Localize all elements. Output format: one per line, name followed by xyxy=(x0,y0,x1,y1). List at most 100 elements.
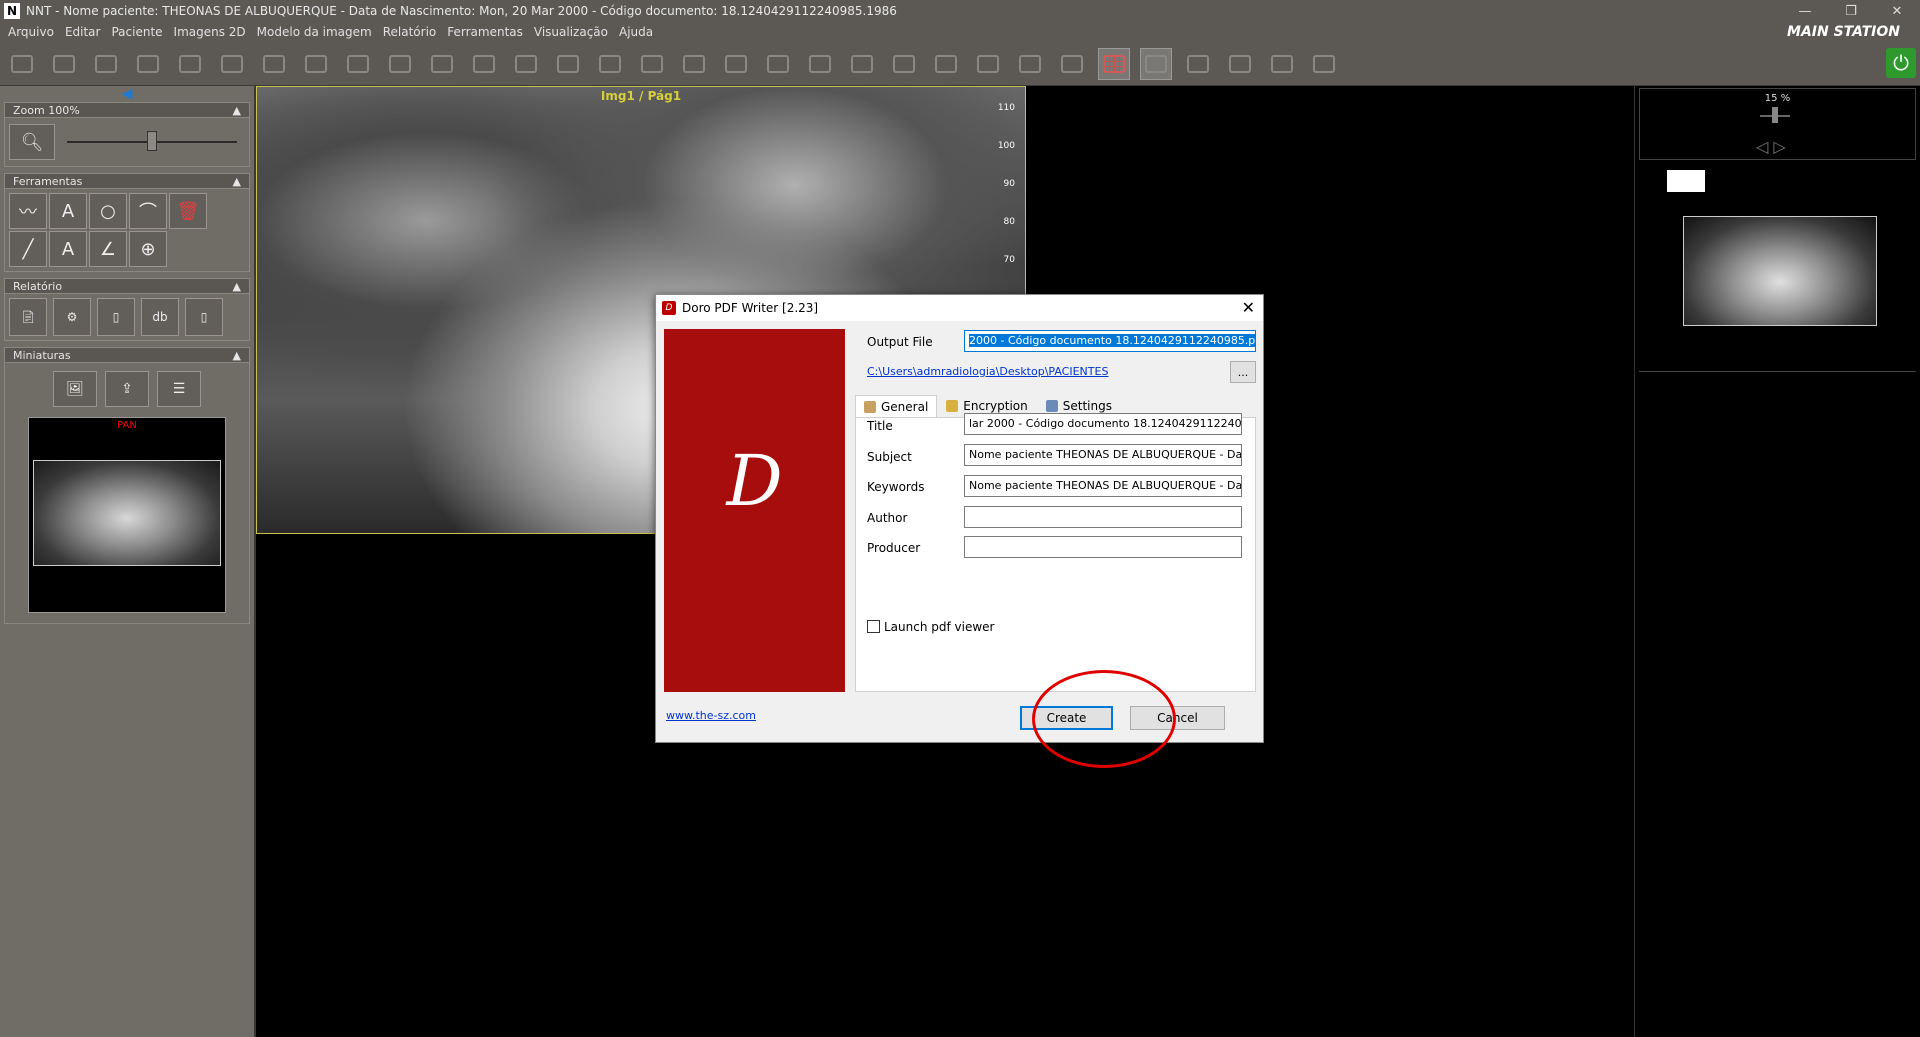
curve-tool[interactable]: ⌒ xyxy=(129,193,167,229)
report-delete-button[interactable]: ▯ xyxy=(185,298,223,336)
grid-button[interactable] xyxy=(1098,47,1130,80)
text-tool[interactable]: A xyxy=(49,231,87,267)
contrast-button[interactable] xyxy=(762,48,794,80)
contrast-icon xyxy=(767,54,789,73)
ruler-button[interactable] xyxy=(930,48,962,80)
close-window-button[interactable]: ✕ xyxy=(1874,0,1920,22)
zoom-panel-header[interactable]: Zoom 100% ▲ xyxy=(4,102,250,118)
sharpen-button[interactable] xyxy=(804,48,836,80)
folder-delete-button[interactable] xyxy=(174,48,206,80)
report-view-button[interactable]: ▯ xyxy=(97,298,135,336)
tooth-button[interactable] xyxy=(1140,47,1172,80)
menu-ajuda[interactable]: Ajuda xyxy=(619,25,653,39)
thumbnail-pan[interactable]: PAN xyxy=(28,417,226,613)
arrow-left-button[interactable] xyxy=(1182,48,1214,80)
power-button[interactable]: ⏻ xyxy=(1886,48,1916,78)
report-template-button[interactable]: ⚙ xyxy=(53,298,91,336)
browse-button[interactable]: ... xyxy=(1230,361,1256,383)
dentist-chair-button[interactable] xyxy=(216,48,248,80)
menu-arquivo[interactable]: Arquivo xyxy=(8,25,54,39)
cone-button[interactable] xyxy=(636,48,668,80)
output-file-input[interactable]: 2000 - Código documento 18.1240429112240… xyxy=(964,330,1256,352)
prev-page-icon[interactable]: ◁ xyxy=(1756,137,1768,156)
keywords-input[interactable]: Nome paciente THEONAS DE ALBUQUERQUE - D… xyxy=(964,475,1242,497)
tools-panel-header[interactable]: Ferramentas ▲ xyxy=(4,173,250,189)
author-input[interactable] xyxy=(964,506,1242,528)
tools-panel-title: Ferramentas xyxy=(13,174,83,188)
line-tool[interactable]: ╱ xyxy=(9,231,47,267)
menu-ferramentas[interactable]: Ferramentas xyxy=(447,25,523,39)
right-panel: 15 % ◁ ▷ xyxy=(1634,86,1920,1037)
save-disk-button[interactable] xyxy=(48,48,80,80)
implant-add-tool[interactable]: ⊕ xyxy=(129,231,167,267)
angle-tool[interactable]: ∠ xyxy=(89,231,127,267)
thumbnails-panel-header[interactable]: Miniaturas ▲ xyxy=(4,347,250,363)
highlight-circle-annotation xyxy=(1032,670,1176,768)
report-db-button[interactable]: db xyxy=(141,298,179,336)
dialog-close-button[interactable]: ✕ xyxy=(1242,298,1255,317)
filter-button[interactable] xyxy=(888,48,920,80)
scanner-button[interactable] xyxy=(258,48,290,80)
thumbnail-layout-button[interactable]: ☰ xyxy=(157,371,201,407)
menu-paciente[interactable]: Paciente xyxy=(111,25,162,39)
collapse-up-icon[interactable]: ▲ xyxy=(233,104,241,117)
camera-button[interactable] xyxy=(132,48,164,80)
new-report-button[interactable]: 📄︎ xyxy=(9,298,47,336)
output-path-link[interactable]: C:\Users\admradiologia\Desktop\PACIENTES xyxy=(867,365,1108,378)
collapse-up-icon[interactable]: ▲ xyxy=(233,280,241,293)
image-import-button[interactable] xyxy=(510,48,542,80)
print-layout-button[interactable] xyxy=(384,48,416,80)
producer-input[interactable] xyxy=(964,536,1242,558)
eye-button[interactable] xyxy=(846,48,878,80)
image-select-button[interactable] xyxy=(426,48,458,80)
printer-button[interactable] xyxy=(342,48,374,80)
mouse-button[interactable] xyxy=(1266,48,1298,80)
curve-icon xyxy=(977,54,999,73)
collapse-up-icon[interactable]: ▲ xyxy=(233,175,241,188)
menu-imagens-2d[interactable]: Imagens 2D xyxy=(174,25,246,39)
launch-pdf-viewer-checkbox[interactable] xyxy=(867,620,880,633)
implant-button[interactable] xyxy=(1014,48,1046,80)
folder-open-button[interactable] xyxy=(468,48,500,80)
report-panel-header[interactable]: Relatório ▲ xyxy=(4,278,250,294)
tab-general[interactable]: General xyxy=(855,395,938,417)
zoom-slider-thumb[interactable] xyxy=(147,131,157,151)
delete-tool[interactable]: 🗑︎ xyxy=(169,193,207,229)
scanner-2-button[interactable] xyxy=(300,48,332,80)
page-preview[interactable] xyxy=(1639,164,1916,372)
menu-modelo-imagem[interactable]: Modelo da imagem xyxy=(257,25,372,39)
zoom-slider[interactable] xyxy=(67,131,237,151)
menu-editar[interactable]: Editar xyxy=(65,25,101,39)
page-zoom-thumb[interactable] xyxy=(1772,107,1778,123)
collapse-up-icon[interactable]: ▲ xyxy=(233,349,241,362)
next-page-icon[interactable]: ▷ xyxy=(1773,137,1785,156)
website-link[interactable]: www.the-sz.com xyxy=(666,709,756,722)
folder-delete-icon xyxy=(179,54,201,73)
restore-button[interactable]: ❐ xyxy=(1828,0,1874,22)
image-upload-button[interactable]: ⇪ xyxy=(105,371,149,407)
annotate-text-tool[interactable]: A xyxy=(49,193,87,229)
subject-input[interactable]: Nome paciente THEONAS DE ALBUQUERQUE - D… xyxy=(964,444,1242,466)
save-button[interactable] xyxy=(6,48,38,80)
page-zoom-slider[interactable] xyxy=(1760,107,1790,123)
image-edit-button[interactable]: 🖼︎ xyxy=(53,371,97,407)
copy-button[interactable] xyxy=(90,48,122,80)
collapse-left-icon[interactable]: ◀ xyxy=(0,86,254,102)
measure-mm-tool[interactable]: 〰 xyxy=(9,193,47,229)
arrow-left-icon xyxy=(1187,54,1209,73)
image-delete-button[interactable] xyxy=(552,48,584,80)
minimize-button[interactable]: — xyxy=(1782,0,1828,22)
info-button[interactable] xyxy=(1308,48,1340,80)
report-icon: ▯ xyxy=(112,310,120,324)
curve-button[interactable] xyxy=(972,48,1004,80)
menu-visualizacao[interactable]: Visualização xyxy=(534,25,608,39)
title-input[interactable]: lar 2000 - Código documento 18.124042911… xyxy=(964,413,1242,435)
pencil-button[interactable] xyxy=(1056,48,1088,80)
image-export-button[interactable] xyxy=(594,48,626,80)
brightness-button[interactable] xyxy=(720,48,752,80)
menu-relatorio[interactable]: Relatório xyxy=(383,25,437,39)
circle-tool[interactable]: ○ xyxy=(89,193,127,229)
arch-button[interactable] xyxy=(678,48,710,80)
magnifier-button[interactable]: 🔍︎ xyxy=(9,124,55,160)
arrow-right-button[interactable] xyxy=(1224,48,1256,80)
